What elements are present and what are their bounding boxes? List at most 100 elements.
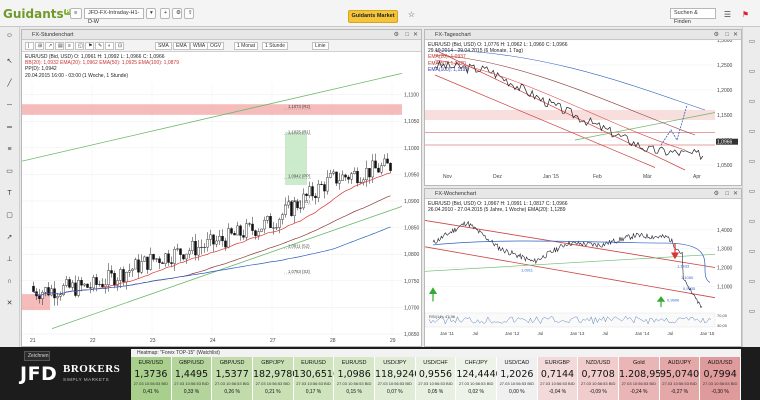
drawing-tab[interactable]: Zeichnen — [24, 351, 50, 361]
date-axis-label: Jul — [473, 331, 479, 336]
heatmap-cell[interactable]: EUR/GBP 0,7144 27.03 10:56:53 BID -0,04 % — [537, 357, 579, 400]
indicator-wma-button[interactable]: WMA — [190, 42, 209, 50]
panel-close-icon[interactable]: ✕ — [733, 30, 738, 40]
indicator-ogv-button[interactable]: OGV — [207, 42, 225, 50]
heatmap-cell[interactable]: GBP/JPY 182,9780 27.03 10:56:53 BID 0,21 % — [253, 357, 298, 400]
horizontal-line-icon[interactable]: ─ — [3, 101, 16, 110]
candle-body — [110, 270, 113, 274]
search-input[interactable]: Suchen & Finden — [670, 8, 716, 25]
app-logo[interactable]: GuidantsPRO — [3, 7, 80, 21]
candle-body — [68, 279, 71, 288]
heatmap-cell[interactable]: EUR/USD 1,3736 27.03 10:56:53 BID 0,41 % — [131, 357, 172, 400]
chart-type-button-9[interactable]: ◐ — [105, 42, 114, 50]
heatmap-cell[interactable]: AUD/JPY 95,0740 27.03 10:56:53 BID -0,27 % — [659, 357, 701, 400]
daily-chart-title: FX-Tageschart ⚙ □ ✕ — [425, 30, 741, 40]
heatmap-chg: 0,33 % — [183, 389, 200, 395]
price-axis-label: 1,2500 — [717, 63, 733, 69]
chart-type-button-5[interactable]: ≡ — [65, 42, 74, 50]
heatmap-dt: 27.03 10:56:53 BID — [418, 381, 453, 386]
heatmap-cell[interactable]: GBP/USD 1,5377 27.03 10:56:53 BID 0,26 % — [212, 357, 253, 400]
panel-close-icon[interactable]: ✕ — [733, 189, 738, 199]
panel-settings-icon[interactable]: ⚙ — [714, 189, 719, 199]
chart-type-button-2[interactable]: ⊞ — [35, 42, 44, 50]
star-icon[interactable]: ☆ — [406, 9, 417, 20]
panel-maximize-icon[interactable]: □ — [405, 30, 409, 40]
interval-select[interactable]: 1 Stunde — [262, 42, 289, 50]
avatar[interactable]: ☺ — [3, 31, 16, 40]
monitor-icon[interactable]: ▭ — [3, 167, 16, 176]
sidebar-icon-10[interactable]: ▭ — [746, 307, 758, 316]
sidebar-icon-7[interactable]: ▭ — [746, 217, 758, 226]
candle-body — [80, 280, 83, 286]
share-button[interactable]: ⇪ — [184, 8, 194, 19]
sidebar-icon-1[interactable]: ▭ — [746, 37, 758, 46]
panel-close-icon[interactable]: ✕ — [413, 30, 418, 40]
add-widget-button[interactable]: + — [160, 8, 170, 19]
measure-tool-icon[interactable]: ⊥ — [3, 255, 16, 264]
chart-type-button-4[interactable]: ▤ — [55, 42, 64, 50]
heatmap-cell[interactable]: Gold 1.208,95 27.03 10:56:53 BID -0,24 % — [619, 357, 661, 400]
date-axis-label: 27 — [270, 338, 276, 344]
cursor-tool-icon[interactable]: ↖ — [3, 57, 16, 66]
heatmap-cell[interactable]: USD/CAD 1,2026 27.03 10:56:53 BID 0,00 % — [497, 357, 538, 400]
ema-line — [432, 240, 711, 283]
heatmap-cell[interactable]: EUR/USD 1,0986 27.03 10:56:53 BID 0,15 % — [334, 357, 375, 400]
delete-drawings-icon[interactable]: ✕ — [3, 299, 16, 308]
candle-body — [95, 277, 98, 285]
magnet-icon[interactable]: ∩ — [3, 277, 16, 286]
panel-maximize-icon[interactable]: □ — [725, 30, 729, 40]
line-tool-icon[interactable]: ╱ — [3, 79, 16, 88]
sidebar-icon-9[interactable]: ▭ — [746, 277, 758, 286]
sidebar-icon-5[interactable]: ▭ — [746, 157, 758, 166]
menu-icon[interactable]: ☰ — [722, 9, 733, 20]
settings-button[interactable]: ⚙ — [172, 8, 182, 19]
panel-maximize-icon[interactable]: □ — [725, 189, 729, 199]
panel-settings-icon[interactable]: ⚙ — [394, 30, 399, 40]
panel-settings-icon[interactable]: ⚙ — [714, 30, 719, 40]
indicator-ema-button[interactable]: EMA — [173, 42, 190, 50]
heatmap-cell[interactable]: AUD/USD 0,7994 27.03 10:56:53 BID -0,30 % — [700, 357, 741, 400]
heatmap-cell[interactable]: USD/JPY 118,9240 27.03 10:56:53 BID 0,07 % — [375, 357, 420, 400]
weekly-chart-canvas[interactable]: 1,4000 1,3000 1,2000 1,1000 Jan '11 Jul Jan '1… — [425, 199, 741, 346]
candle-body — [374, 160, 377, 169]
price-axis-label: 1,2000 — [717, 88, 733, 94]
chart-type-button-1[interactable]: | — [25, 42, 34, 50]
channel-tool-icon[interactable]: ═ — [3, 123, 16, 132]
candle-body — [170, 262, 173, 264]
range-select[interactable]: 1 Monat — [234, 42, 259, 50]
workspace-input[interactable]: JFD-FX-Intraday-H1-D-W — [84, 8, 144, 25]
sidebar-icon-2[interactable]: ▭ — [746, 67, 758, 76]
chart-type-button-10[interactable]: ⊡ — [115, 42, 124, 50]
heatmap-cell[interactable]: GBP/USD 1,4495 27.03 10:56:53 BID 0,33 % — [171, 357, 213, 400]
heatmap-cell[interactable]: CHF/JPY 124,4440 27.03 10:56:53 BID 0,02 % — [456, 357, 502, 400]
chart-type-button-7[interactable]: ⚑ — [85, 42, 94, 50]
workspace-dropdown[interactable]: ▾ — [146, 8, 156, 19]
heatmap-cell[interactable]: NZD/USD 0,7708 27.03 10:56:53 BID -0,09 % — [578, 357, 619, 400]
layout-button[interactable]: ≡ — [70, 8, 82, 19]
flag-icon[interactable]: ⚑ — [740, 9, 751, 20]
sidebar-icon-6[interactable]: ▭ — [746, 187, 758, 196]
pivot-level-label: 1,0763 (S3) — [288, 269, 310, 274]
date-axis-label: Nov — [443, 174, 452, 180]
chart-type-button-8[interactable]: ✎ — [95, 42, 104, 50]
sidebar-icon-3[interactable]: ▭ — [746, 97, 758, 106]
sidebar-icon-4[interactable]: ▭ — [746, 127, 758, 136]
chart-type-button-3[interactable]: ↗ — [45, 42, 54, 50]
sidebar-icon-8[interactable]: ▭ — [746, 247, 758, 256]
arrow-tool-icon[interactable]: ➚ — [3, 233, 16, 242]
heatmap-cell[interactable]: EUR/USD 130,6510 27.03 10:56:53 BID 0,17 % — [293, 357, 339, 400]
text-tool-icon[interactable]: T — [3, 189, 16, 198]
guidants-market-button[interactable]: Guidants Market — [348, 10, 398, 23]
date-axis-label: Jan '11 — [440, 331, 455, 336]
hourly-chart-canvas[interactable]: 1,1100 1,1050 1,1000 1,0950 1,0900 1,0850 1,08… — [22, 54, 421, 344]
daily-chart-canvas[interactable]: 1,30001,25001,20001,15001,10001,0500NovD… — [425, 40, 741, 185]
chart-type-button-6[interactable]: ◱ — [75, 42, 84, 50]
heatmap-val: 0,7708 — [581, 369, 615, 380]
indicator-sma-button[interactable]: SMA — [155, 42, 172, 50]
rectangle-tool-icon[interactable]: ▢ — [3, 211, 16, 220]
line-type-select[interactable]: Linie — [312, 42, 329, 50]
heatmap-dt: 27.03 10:56:53 BID — [255, 381, 291, 386]
heatmap-cell[interactable]: USD/CHF 0,9556 27.03 10:56:53 BID 0,05 % — [415, 357, 457, 400]
candle-body — [242, 235, 245, 238]
fibonacci-tool-icon[interactable]: ≡ — [3, 145, 16, 154]
